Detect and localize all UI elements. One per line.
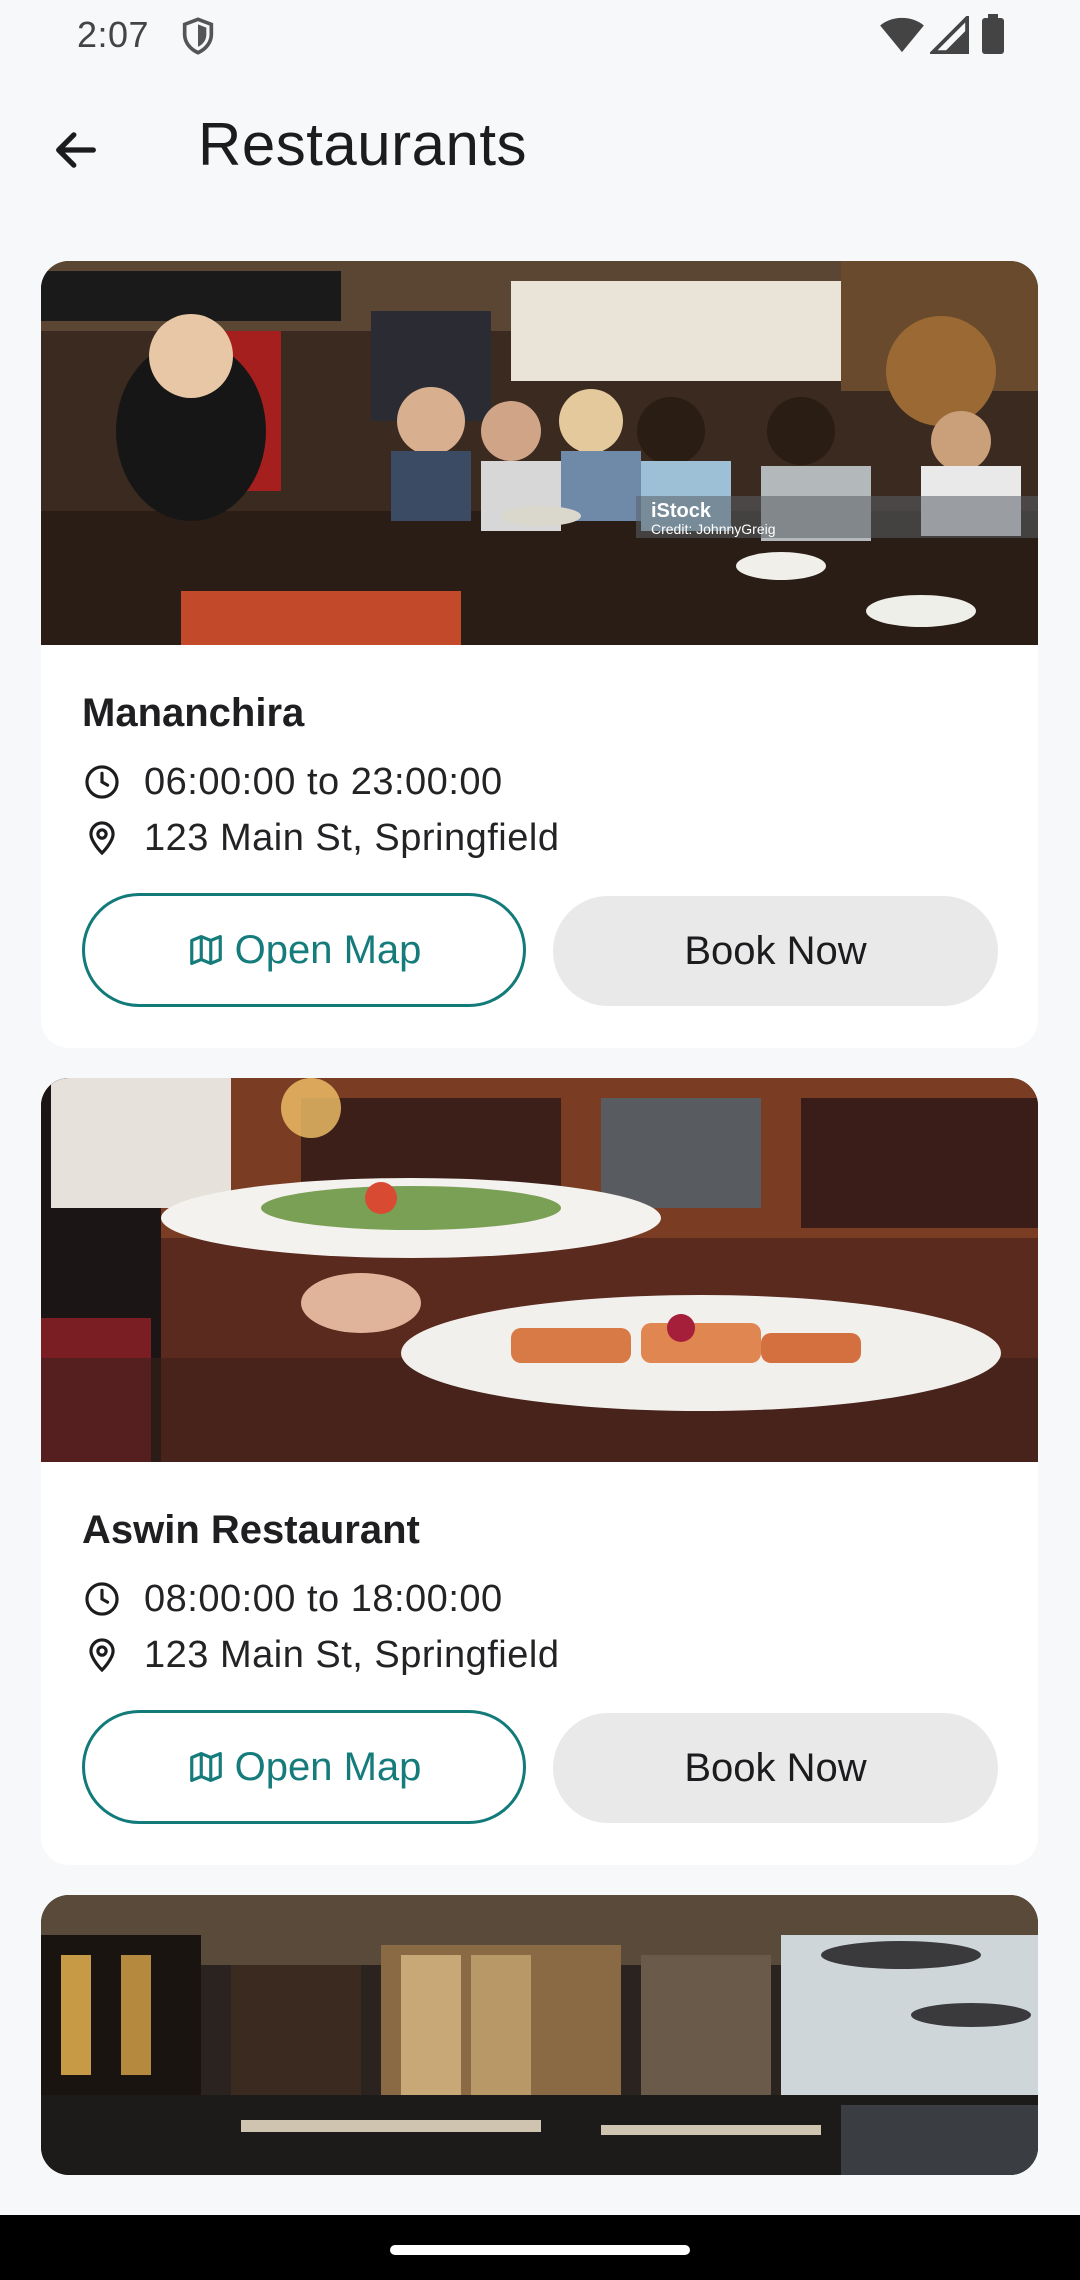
image-credit: Credit: JohnnyGreig <box>651 521 776 537</box>
hours-text: 06:00:00 to 23:00:00 <box>144 760 503 803</box>
clock-icon <box>82 762 122 802</box>
book-now-label: Book Now <box>684 1745 867 1790</box>
wifi-icon <box>878 16 926 54</box>
hours-row: 06:00:00 to 23:00:00 <box>82 757 503 807</box>
restaurant-image: iStock Credit: JohnnyGreig <box>41 261 1038 645</box>
book-now-button[interactable]: Book Now <box>553 896 998 1006</box>
map-icon <box>187 1748 225 1786</box>
book-now-label: Book Now <box>684 928 867 973</box>
address-text: 123 Main St, Springfield <box>144 816 560 859</box>
restaurant-card[interactable]: iStock Credit: JohnnyGreig Mananchira 06… <box>41 261 1038 1048</box>
hours-row: 08:00:00 to 18:00:00 <box>82 1574 503 1624</box>
address-text: 123 Main St, Springfield <box>144 1633 560 1676</box>
back-button[interactable] <box>36 110 116 190</box>
app-bar: Restaurants <box>0 80 1080 210</box>
status-time: 2:07 <box>77 14 150 55</box>
status-bar: 2:07 <box>0 0 1080 70</box>
location-pin-icon <box>82 1635 122 1675</box>
shield-icon <box>178 16 218 56</box>
map-icon <box>187 931 225 969</box>
image-watermark: iStock <box>651 500 712 522</box>
battery-icon <box>982 14 1004 54</box>
open-map-button[interactable]: Open Map <box>82 1710 526 1824</box>
system-navigation-bar <box>0 2215 1080 2280</box>
restaurant-name: Mananchira <box>82 691 305 735</box>
clock-icon <box>82 1579 122 1619</box>
restaurant-image <box>41 1078 1038 1462</box>
signal-icon <box>928 13 970 54</box>
address-row: 123 Main St, Springfield <box>82 813 559 863</box>
home-gesture-handle[interactable] <box>390 2245 690 2255</box>
address-row: 123 Main St, Springfield <box>82 1630 559 1680</box>
hours-text: 08:00:00 to 18:00:00 <box>144 1577 503 1620</box>
page-title: Restaurants <box>198 111 527 178</box>
location-pin-icon <box>82 818 122 858</box>
arrow-left-icon <box>56 132 96 168</box>
open-map-button[interactable]: Open Map <box>82 893 526 1007</box>
restaurant-image <box>41 1895 1038 2175</box>
restaurant-card[interactable] <box>41 1895 1038 2175</box>
open-map-label: Open Map <box>234 1744 422 1789</box>
book-now-button[interactable]: Book Now <box>553 1713 998 1823</box>
restaurant-card[interactable]: Aswin Restaurant 08:00:00 to 18:00:00 12… <box>41 1078 1038 1865</box>
open-map-label: Open Map <box>234 927 422 972</box>
restaurant-name: Aswin Restaurant <box>82 1508 420 1552</box>
